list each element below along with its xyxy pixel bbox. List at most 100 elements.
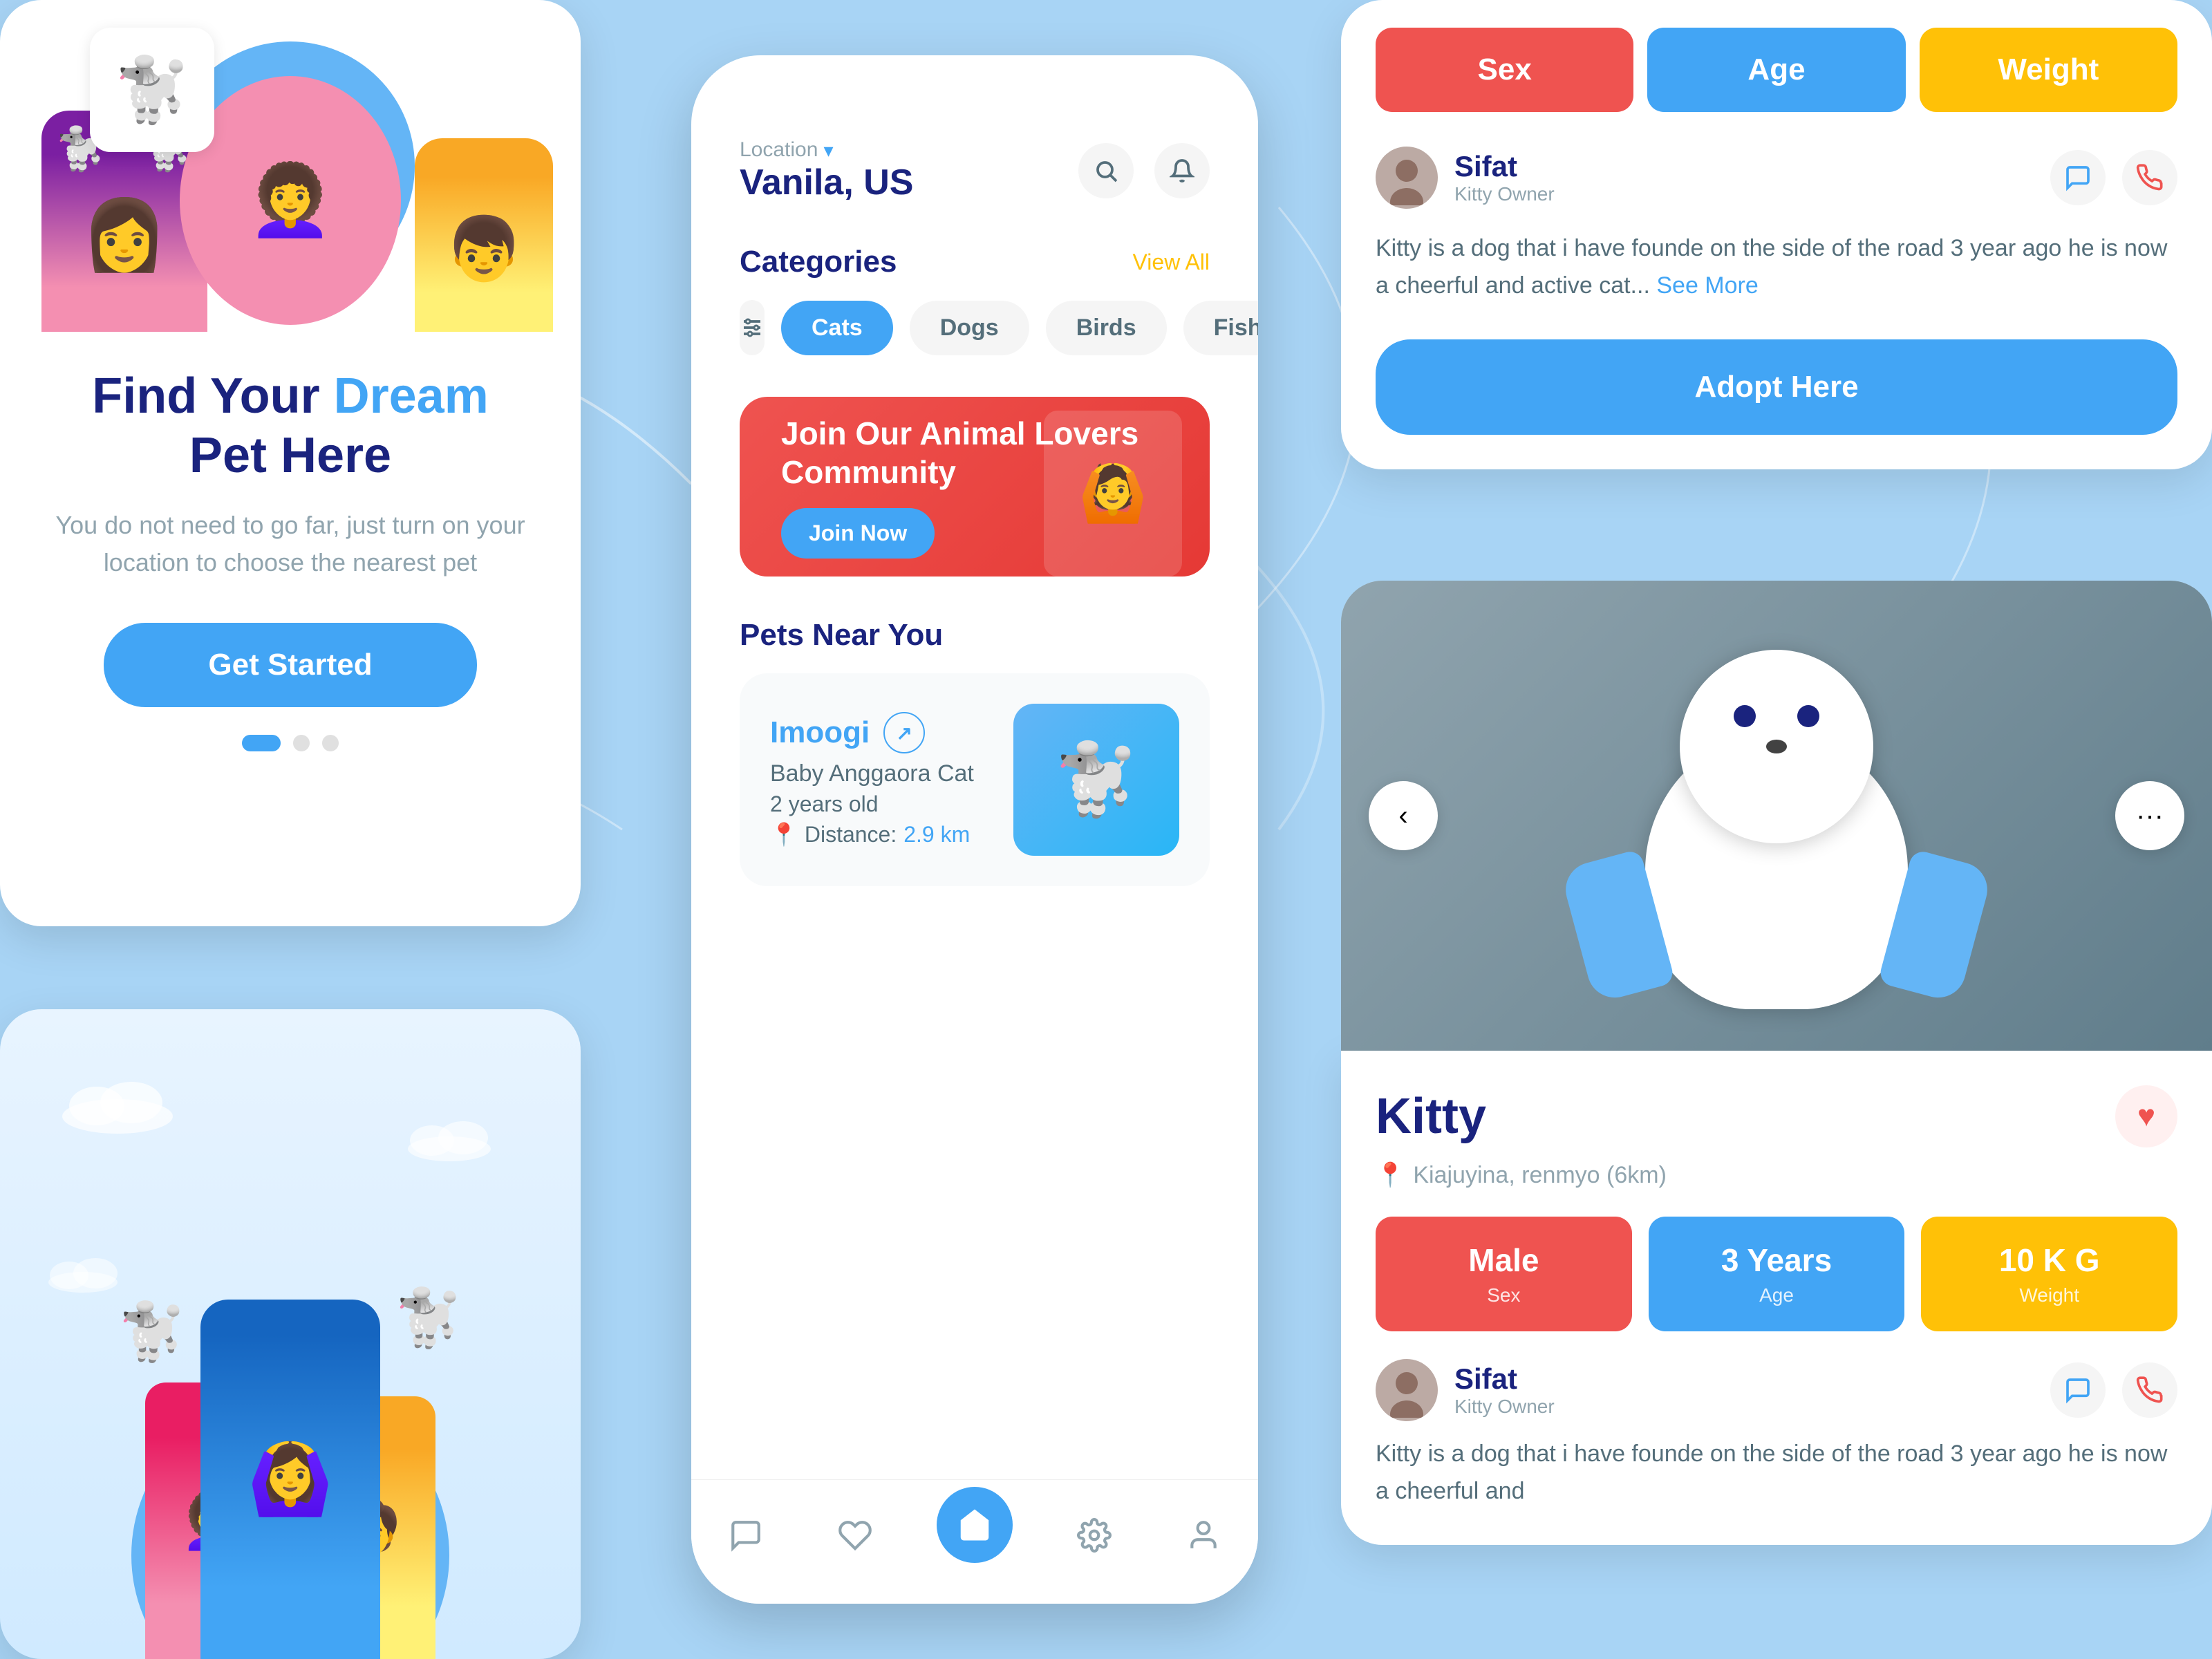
cloud-3	[41, 1258, 124, 1296]
pet-description-bottom: Kitty is a dog that i have founde on the…	[1376, 1435, 2177, 1510]
header-icons	[1078, 143, 1210, 198]
owner-avatar-top	[1376, 147, 1438, 209]
owner-name-bottom: Sifat	[1454, 1362, 1555, 1396]
kitty-age-value: 3 Years	[1665, 1241, 1888, 1279]
stat-sex-card: Sex	[1376, 28, 1633, 112]
owner-text-top: Sifat Kitty Owner	[1454, 150, 1555, 205]
kitty-detail-card: Kitty ♥ 📍 Kiajuyina, renmyo (6km) Male S…	[1341, 1051, 2212, 1545]
location-chevron-icon[interactable]: ▾	[823, 139, 833, 162]
location-city: Vanila, US	[740, 162, 913, 203]
kitty-heart-button[interactable]: ♥	[2115, 1085, 2177, 1147]
kitty-location-pin-icon: 📍	[1376, 1161, 1405, 1189]
location-group: Location ▾ Vanila, US	[740, 138, 913, 203]
pet-name-text: Imoogi	[770, 715, 870, 750]
pet-age: 2 years old	[770, 791, 1013, 817]
dog-photo-figure	[1604, 622, 1949, 1009]
owner-name-top: Sifat	[1454, 150, 1555, 183]
dot-1	[242, 735, 281, 751]
get-started-button[interactable]: Get Started	[104, 623, 477, 707]
category-dogs-button[interactable]: Dogs	[910, 301, 1029, 355]
kitty-weight-label: Weight	[1938, 1284, 2161, 1306]
filter-icon-button[interactable]	[740, 300, 765, 355]
owner-actions-top	[2050, 150, 2177, 205]
kitty-age-label: Age	[1665, 1284, 1888, 1306]
main-title: Find Your Dream Pet Here	[55, 366, 525, 486]
detail-stats-row: Sex Age Weight	[1341, 0, 2212, 133]
subtitle-text: You do not need to go far, just turn on …	[55, 507, 525, 581]
right-bottom-card: ‹ ··· Kitty ♥ 📍 Kiajuyina, renmyo (6km) …	[1341, 581, 2212, 1545]
photo-more-button[interactable]: ···	[2115, 781, 2184, 850]
pet-card-imoogi[interactable]: Imoogi ↗ Baby Anggaora Cat 2 years old 📍…	[740, 673, 1210, 886]
dot-3	[322, 735, 339, 751]
kitty-sex-value: Male	[1392, 1241, 1615, 1279]
figure-right: 👦	[401, 111, 567, 332]
notification-button[interactable]	[1154, 143, 1210, 198]
call-action-button-top[interactable]	[2122, 150, 2177, 205]
kitty-name: Kitty	[1376, 1088, 1486, 1145]
center-phone: Location ▾ Vanila, US Categories View Al…	[691, 55, 1258, 1604]
kitty-header: Kitty ♥	[1376, 1085, 2177, 1147]
view-all-link[interactable]: View All	[1133, 250, 1210, 275]
see-more-link-top[interactable]: See More	[1656, 272, 1758, 299]
dog-nose	[1766, 740, 1787, 753]
onboarding-card-top: 👩 🐩 🐩 👦 👩‍🦱 🐩 Find Your Dream Pet Here Y…	[0, 0, 581, 926]
owner-info-top: Sifat Kitty Owner	[1376, 147, 1555, 209]
cloud-2	[401, 1120, 498, 1165]
photo-prev-button[interactable]: ‹	[1369, 781, 1438, 850]
right-top-detail-card: Sex Age Weight Sifat Kitty Owner	[1341, 0, 2212, 469]
bottom-nav	[691, 1479, 1258, 1604]
community-title: Join Our Animal Lovers Community	[781, 415, 1168, 491]
pet-info: Imoogi ↗ Baby Anggaora Cat 2 years old 📍…	[770, 712, 1013, 847]
kitty-sex-label: Sex	[1392, 1284, 1615, 1306]
title-part2: Pet Here	[189, 428, 391, 483]
title-part1: Find Your	[92, 368, 333, 424]
distance-label: Distance:	[805, 822, 897, 847]
owner-role-bottom: Kitty Owner	[1454, 1396, 1555, 1418]
bottom-card-figures: 👩‍🦱 🙆‍♀️ 🧒 🐩 🐩	[118, 1244, 463, 1659]
owner-role-top: Kitty Owner	[1454, 183, 1555, 205]
pet-arrow-icon[interactable]: ↗	[883, 712, 925, 753]
pet-breed: Baby Anggaora Cat	[770, 760, 1013, 787]
nav-settings-icon[interactable]	[1067, 1508, 1122, 1563]
category-birds-button[interactable]: Birds	[1046, 301, 1167, 355]
nav-profile-icon[interactable]	[1176, 1508, 1231, 1563]
dog-eye-left	[1734, 705, 1756, 727]
adopt-button-top[interactable]: Adopt Here	[1376, 339, 2177, 435]
category-cats-button[interactable]: Cats	[781, 301, 893, 355]
pets-header: Pets Near You	[740, 618, 1210, 653]
title-highlight: Dream	[334, 368, 489, 424]
description-text-bottom: Kitty is a dog that i have founde on the…	[1376, 1441, 2167, 1504]
owner-actions-bottom	[2050, 1362, 2177, 1418]
pets-section-title: Pets Near You	[740, 618, 943, 653]
nav-heart-icon[interactable]	[827, 1508, 883, 1563]
phone-header: Location ▾ Vanila, US	[691, 83, 1258, 231]
pet-distance: 📍 Distance: 2.9 km	[770, 821, 1013, 847]
join-now-button[interactable]: Join Now	[781, 508, 935, 559]
search-button[interactable]	[1078, 143, 1134, 198]
location-text: Location	[740, 138, 818, 162]
stat-sex-label: Sex	[1478, 53, 1532, 87]
text-section: Find Your Dream Pet Here You do not need…	[0, 332, 581, 772]
pet-name: Imoogi ↗	[770, 712, 1013, 753]
description-text-top: Kitty is a dog that i have founde on the…	[1376, 235, 2167, 299]
cloud-1	[55, 1078, 180, 1137]
dog-head	[1680, 650, 1873, 843]
stat-weight-card: Weight	[1920, 28, 2177, 112]
call-action-button-bottom[interactable]	[2122, 1362, 2177, 1418]
category-fish-button[interactable]: Fish	[1183, 301, 1258, 355]
owner-info-bottom: Sifat Kitty Owner	[1376, 1359, 1555, 1421]
chat-action-button-bottom[interactable]	[2050, 1362, 2106, 1418]
owner-row-bottom: Sifat Kitty Owner	[1376, 1359, 2177, 1435]
kitty-location-text: Kiajuyina, renmyo (6km)	[1413, 1162, 1667, 1189]
kitty-stats-row: Male Sex 3 Years Age 10 K G Weight	[1376, 1217, 2177, 1331]
chat-action-button-top[interactable]	[2050, 150, 2106, 205]
dot-2	[293, 735, 310, 751]
categories-list: Cats Dogs Birds Fish	[740, 300, 1210, 355]
photo-content	[1604, 622, 1949, 1009]
nav-chat-icon[interactable]	[718, 1508, 774, 1563]
owner-avatar-bottom	[1376, 1359, 1438, 1421]
nav-home-button[interactable]	[937, 1487, 1013, 1563]
owner-row-top: Sifat Kitty Owner	[1341, 133, 2212, 223]
dog-thumbnail-left: 🐩	[90, 28, 214, 152]
kitty-stat-sex: Male Sex	[1376, 1217, 1632, 1331]
